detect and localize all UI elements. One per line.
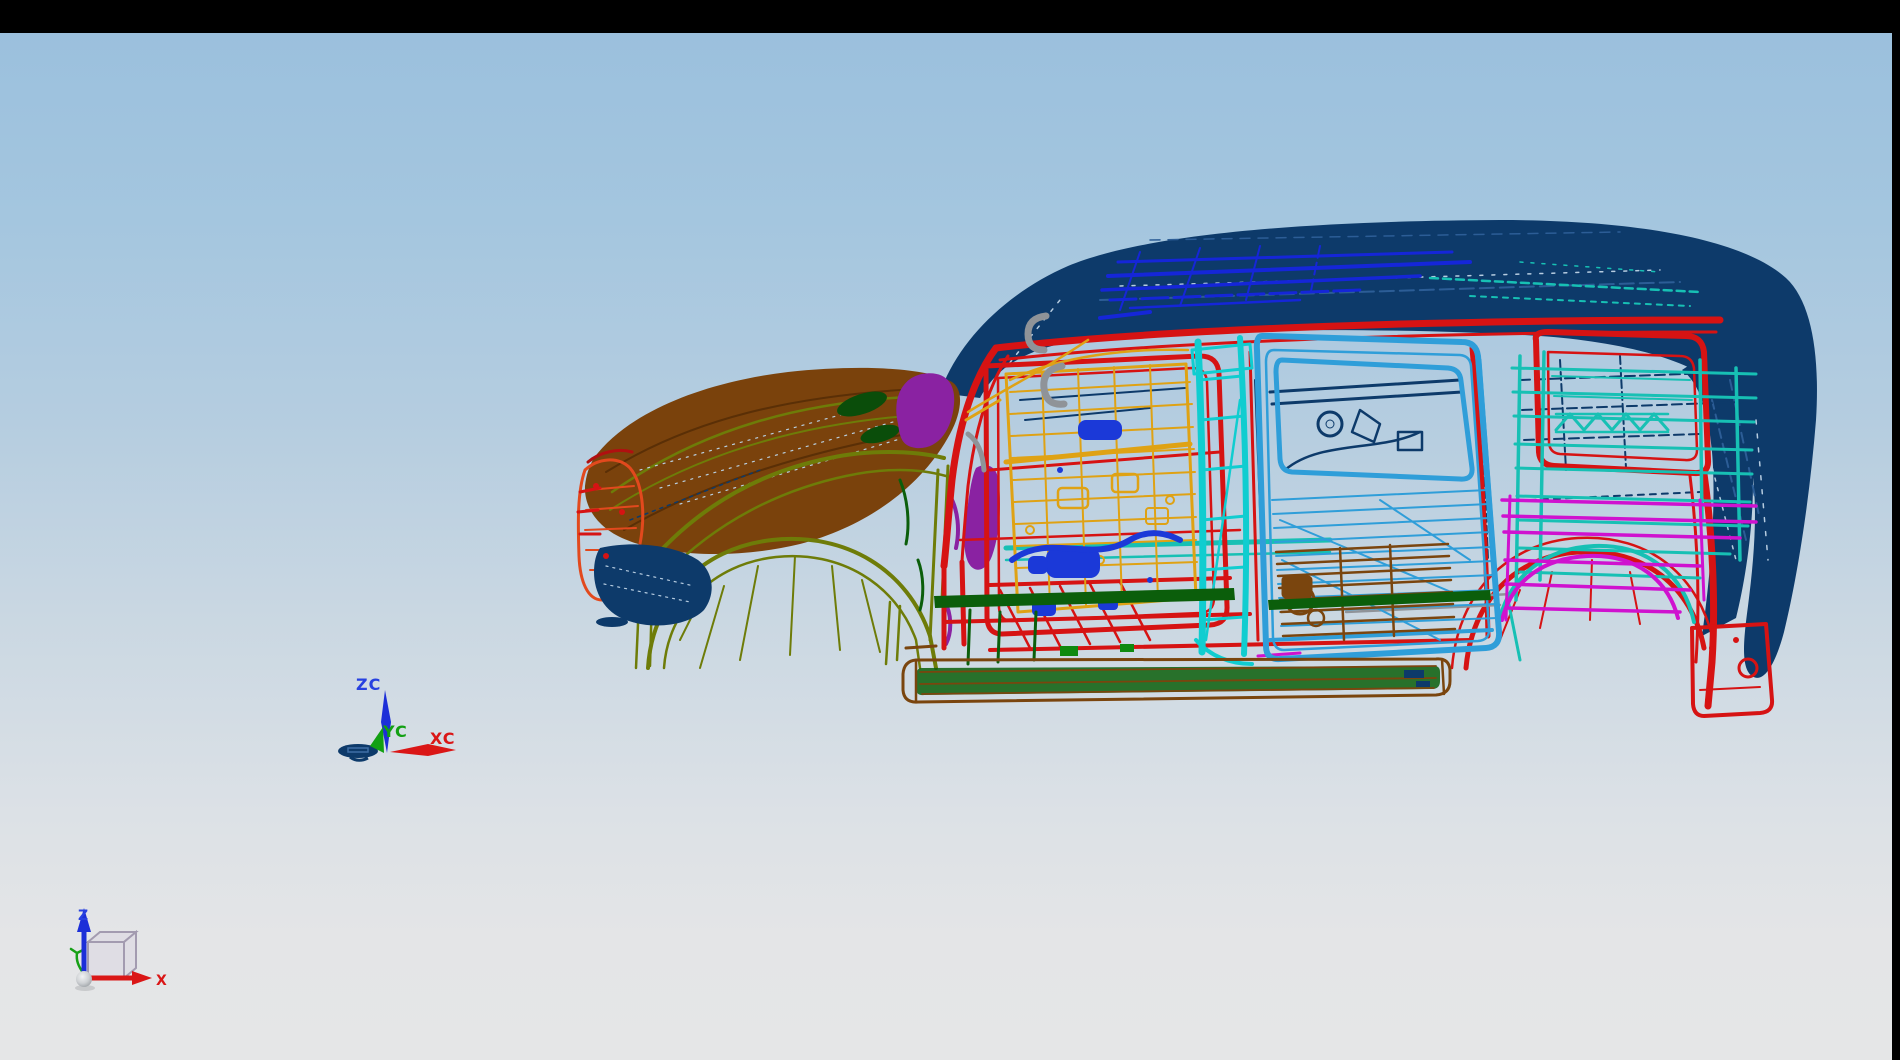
wcs-x-label: XC	[430, 729, 456, 748]
running-board-navy-mark	[1416, 681, 1430, 687]
running-board-navy-mark	[1404, 670, 1424, 678]
origin-sphere[interactable]	[76, 971, 92, 987]
right-edge-bar	[1892, 0, 1900, 1060]
top-bar	[0, 0, 1900, 33]
view-z-label: Z	[78, 908, 88, 924]
wcs-triad[interactable]: ZC YC XC	[356, 675, 456, 756]
view-cube[interactable]	[85, 929, 139, 981]
car-model[interactable]	[338, 220, 1817, 762]
cad-scene[interactable]: ZC YC XC Z X	[0, 33, 1892, 1060]
view-x-label: X	[156, 973, 167, 989]
wcs-z-label: ZC	[356, 675, 381, 694]
cad-viewport[interactable]: ZC YC XC Z X	[0, 33, 1892, 1060]
view-orientation-triad[interactable]: Z X	[69, 908, 167, 991]
wcs-y-label: YC	[382, 722, 408, 741]
